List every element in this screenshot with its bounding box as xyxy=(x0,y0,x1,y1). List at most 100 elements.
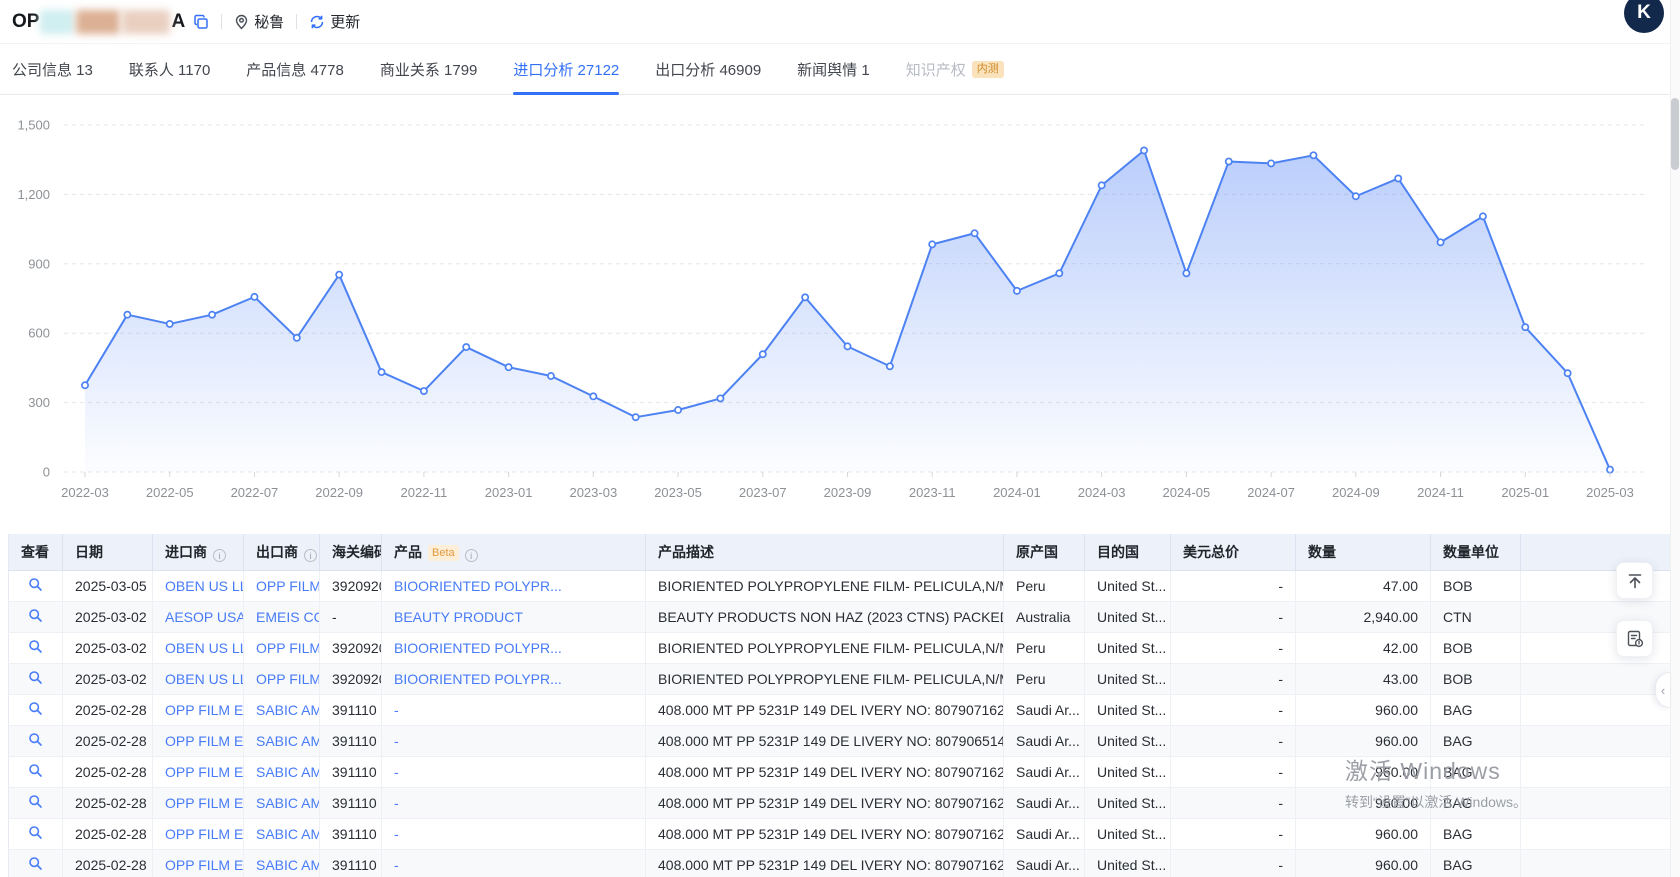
exporter-link[interactable]: EMEIS COS... xyxy=(256,609,320,625)
product-link[interactable]: BIOORIENTED POLYPR... xyxy=(394,671,562,687)
data-point[interactable] xyxy=(1565,370,1571,376)
importer-link[interactable]: OBEN US LLC xyxy=(165,671,244,687)
importer-link[interactable]: OPP FILM E... xyxy=(165,857,244,873)
importer-link[interactable]: OPP FILM E... xyxy=(165,826,244,842)
data-point[interactable] xyxy=(760,351,766,357)
back-to-top-button[interactable] xyxy=(1616,562,1653,599)
report-feedback-button[interactable] xyxy=(1616,620,1653,657)
data-point[interactable] xyxy=(1310,152,1316,158)
view-detail-magnifier-icon[interactable] xyxy=(28,670,43,688)
info-icon[interactable]: i xyxy=(465,549,478,562)
avatar[interactable]: K xyxy=(1624,0,1664,33)
data-point[interactable] xyxy=(1183,270,1189,276)
importer-link[interactable]: OBEN US LLC xyxy=(165,640,244,656)
data-point[interactable] xyxy=(1480,213,1486,219)
importer-link[interactable]: OBEN US LLC xyxy=(165,578,244,594)
destination-value: United St... xyxy=(1097,640,1166,656)
data-point[interactable] xyxy=(251,294,257,300)
data-point[interactable] xyxy=(1522,324,1528,330)
data-point[interactable] xyxy=(548,373,554,379)
tab-联系人[interactable]: 联系人 1170 xyxy=(129,44,210,94)
product-link[interactable]: - xyxy=(394,795,399,811)
data-point[interactable] xyxy=(590,393,596,399)
tab-进口分析[interactable]: 进口分析 27122 xyxy=(513,44,619,94)
exporter-link[interactable]: SABIC AME... xyxy=(256,795,320,811)
exporter-link[interactable]: SABIC AME... xyxy=(256,733,320,749)
importer-link[interactable]: OPP FILM E... xyxy=(165,733,244,749)
data-point[interactable] xyxy=(1226,158,1232,164)
data-point[interactable] xyxy=(1395,175,1401,181)
cell-importer: OPP FILM E... xyxy=(153,756,244,787)
page-scrollbar-track[interactable] xyxy=(1670,0,1680,877)
data-point[interactable] xyxy=(124,312,130,318)
product-link[interactable]: - xyxy=(394,857,399,873)
view-detail-magnifier-icon[interactable] xyxy=(28,608,43,626)
view-detail-magnifier-icon[interactable] xyxy=(28,825,43,843)
data-point[interactable] xyxy=(1014,288,1020,294)
importer-link[interactable]: AESOP USA ... xyxy=(165,609,244,625)
copy-icon[interactable] xyxy=(193,14,209,30)
cell-usd: - xyxy=(1171,725,1296,756)
exporter-link[interactable]: OPP FILM ... xyxy=(256,578,320,594)
product-link[interactable]: - xyxy=(394,702,399,718)
data-point[interactable] xyxy=(929,241,935,247)
date-value: 2025-03-05 xyxy=(75,578,147,594)
product-link[interactable]: BIOORIENTED POLYPR... xyxy=(394,578,562,594)
page-scrollbar-thumb[interactable] xyxy=(1671,98,1679,170)
view-detail-magnifier-icon[interactable] xyxy=(28,856,43,874)
view-detail-magnifier-icon[interactable] xyxy=(28,732,43,750)
data-point[interactable] xyxy=(421,388,427,394)
data-point[interactable] xyxy=(633,414,639,420)
data-point[interactable] xyxy=(887,363,893,369)
exporter-link[interactable]: SABIC AME... xyxy=(256,702,320,718)
data-point[interactable] xyxy=(1056,270,1062,276)
view-detail-magnifier-icon[interactable] xyxy=(28,639,43,657)
data-point[interactable] xyxy=(717,395,723,401)
x-axis-tick-label: 2022-03 xyxy=(61,485,109,500)
product-link[interactable]: - xyxy=(394,733,399,749)
data-point[interactable] xyxy=(1607,467,1613,473)
data-point[interactable] xyxy=(1437,239,1443,245)
tab-新闻舆情[interactable]: 新闻舆情 1 xyxy=(797,44,870,94)
tab-产品信息[interactable]: 产品信息 4778 xyxy=(246,44,344,94)
data-point[interactable] xyxy=(378,369,384,375)
data-point[interactable] xyxy=(336,272,342,278)
view-detail-magnifier-icon[interactable] xyxy=(28,794,43,812)
tab-出口分析[interactable]: 出口分析 46909 xyxy=(655,44,761,94)
product-link[interactable]: - xyxy=(394,826,399,842)
data-point[interactable] xyxy=(294,335,300,341)
data-point[interactable] xyxy=(167,321,173,327)
exporter-link[interactable]: SABIC AME... xyxy=(256,764,320,780)
data-point[interactable] xyxy=(802,294,808,300)
product-link[interactable]: - xyxy=(394,764,399,780)
data-point[interactable] xyxy=(971,230,977,236)
tab-知识产权[interactable]: 知识产权内测 xyxy=(906,44,1004,94)
data-point[interactable] xyxy=(675,407,681,413)
data-point[interactable] xyxy=(1099,182,1105,188)
exporter-link[interactable]: OPP FILM ... xyxy=(256,640,320,656)
exporter-link[interactable]: SABIC AME... xyxy=(256,826,320,842)
view-detail-magnifier-icon[interactable] xyxy=(28,701,43,719)
importer-link[interactable]: OPP FILM E... xyxy=(165,702,244,718)
data-point[interactable] xyxy=(209,312,215,318)
view-detail-magnifier-icon[interactable] xyxy=(28,763,43,781)
data-point[interactable] xyxy=(1268,160,1274,166)
importer-link[interactable]: OPP FILM E... xyxy=(165,764,244,780)
data-point[interactable] xyxy=(506,364,512,370)
product-link[interactable]: BEAUTY PRODUCT xyxy=(394,609,523,625)
tab-公司信息[interactable]: 公司信息 13 xyxy=(12,44,93,94)
product-link[interactable]: BIOORIENTED POLYPR... xyxy=(394,640,562,656)
importer-link[interactable]: OPP FILM E... xyxy=(165,795,244,811)
tab-商业关系[interactable]: 商业关系 1799 xyxy=(380,44,478,94)
view-detail-magnifier-icon[interactable] xyxy=(28,577,43,595)
info-icon[interactable]: i xyxy=(213,549,226,562)
data-point[interactable] xyxy=(82,382,88,388)
refresh-button[interactable]: 更新 xyxy=(309,11,360,32)
data-point[interactable] xyxy=(463,344,469,350)
data-point[interactable] xyxy=(1353,193,1359,199)
info-icon[interactable]: i xyxy=(304,549,317,562)
exporter-link[interactable]: OPP FILM ... xyxy=(256,671,320,687)
exporter-link[interactable]: SABIC AME... xyxy=(256,857,320,873)
data-point[interactable] xyxy=(1141,147,1147,153)
data-point[interactable] xyxy=(844,343,850,349)
